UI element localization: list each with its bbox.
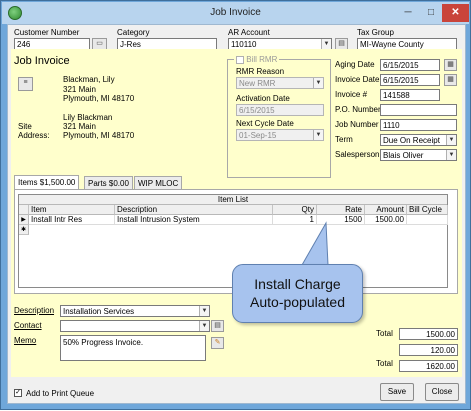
callout-line-2: Auto-populated	[250, 294, 345, 310]
callout-bubble: Install Charge Auto-populated	[232, 264, 363, 323]
callout-pointer	[301, 221, 329, 266]
callout-line-1: Install Charge	[254, 276, 341, 292]
job-invoice-window: Job Invoice ─ □ ✕ Customer Number 246 ▭ …	[0, 0, 471, 410]
